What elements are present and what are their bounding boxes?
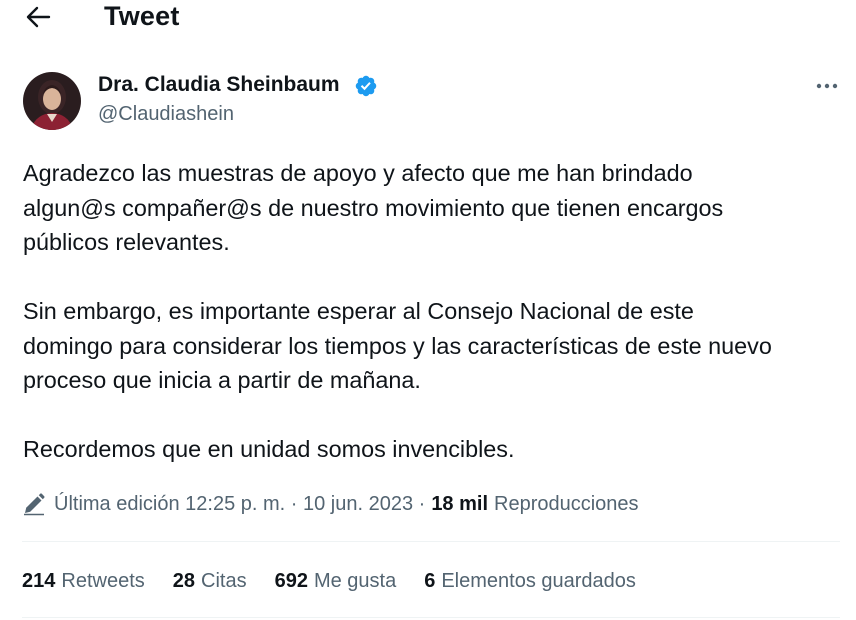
author-name[interactable]: Dra. Claudia Sheinbaum — [98, 73, 340, 97]
page-title: Tweet — [104, 1, 180, 31]
tweet-text: Agradezco las muestras de apoyo y afecto… — [23, 156, 843, 467]
tweet-line: públicos relevantes. — [23, 229, 230, 255]
edited-timestamp[interactable]: Última edición 12:25 p. m. · 10 jun. 202… — [54, 493, 425, 516]
quotes-count: 28 — [172, 569, 195, 592]
retweets-stat[interactable]: 214 Retweets — [22, 570, 145, 593]
tweet-line: Agradezco las muestras de apoyo y afecto… — [23, 160, 693, 186]
arrow-left-icon — [26, 6, 51, 28]
tweet-meta: Última edición 12:25 p. m. · 10 jun. 202… — [22, 488, 639, 520]
avatar[interactable] — [23, 72, 81, 130]
quotes-stat[interactable]: 28 Citas — [173, 570, 247, 593]
likes-stat[interactable]: 692 Me gusta — [275, 570, 397, 593]
more-options-button[interactable] — [810, 72, 844, 100]
divider — [22, 617, 840, 618]
likes-label: Me gusta — [313, 569, 397, 592]
bookmarks-count: 6 — [424, 569, 436, 592]
avatar-image — [23, 72, 81, 130]
pencil-icon — [24, 493, 45, 516]
header: Tweet — [0, 0, 856, 38]
more-horizontal-icon — [816, 83, 838, 89]
engagement-stats: 214 Retweets 28 Citas 692 Me gusta 6 Ele… — [22, 565, 636, 597]
retweets-label: Retweets — [61, 569, 145, 592]
tweet-line: domingo para considerar los tiempos y la… — [23, 332, 772, 359]
tweet-line: Recordemos que en unidad somos invencibl… — [23, 436, 515, 462]
author-handle[interactable]: @Claudiashein — [98, 103, 234, 126]
tweet-line: algun@s compañer@s de nuestro movimiento… — [23, 194, 724, 221]
divider — [22, 541, 840, 542]
likes-count: 692 — [274, 569, 308, 592]
back-button[interactable] — [20, 2, 56, 32]
tweet-line: proceso que inicia a partir de mañana. — [23, 367, 421, 393]
bookmarks-label: Elementos guardados — [441, 569, 636, 592]
retweets-count: 214 — [22, 569, 56, 592]
views-count: 18 mil — [431, 492, 489, 515]
views-label: Reproducciones — [494, 492, 639, 515]
tweet-line: Sin embargo, es importante esperar al Co… — [23, 298, 694, 324]
quotes-label: Citas — [201, 569, 247, 592]
bookmarks-stat[interactable]: 6 Elementos guardados — [424, 570, 636, 593]
verified-badge-icon — [355, 75, 377, 97]
tweet-page: Tweet Dra. Claudia Sheinbaum @Claudiashe… — [0, 0, 856, 620]
